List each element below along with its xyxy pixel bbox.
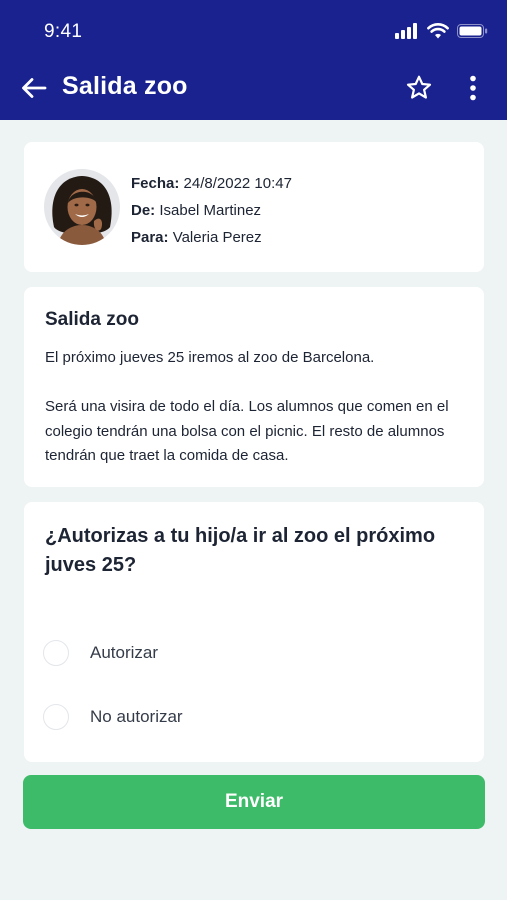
status-icons [395,22,489,44]
back-button[interactable] [18,74,50,106]
arrow-left-icon [21,77,47,104]
message-paragraph: El próximo jueves 25 iremos al zoo de Ba… [45,349,375,366]
question-text: ¿Autorizas a tu hijo/a ir al zoo el próx… [45,525,436,576]
status-time: 9:41 [44,21,83,42]
cellular-signal-icon [395,22,419,44]
message-title: Salida zoo [45,309,139,330]
option-not-authorize[interactable]: No autorizar [43,700,343,734]
option-authorize[interactable]: Autorizar [43,636,343,670]
radio-button[interactable] [43,704,69,730]
meta-date-value: 24/8/2022 10:47 [183,175,292,192]
meta-date-label: Fecha: [131,175,180,192]
avatar [44,169,120,245]
meta-to-label: Para: [131,229,169,246]
more-options-button[interactable] [460,73,486,107]
option-label: No autorizar [90,707,183,726]
message-meta-card: Fecha: 24/8/2022 10:47 De: Isabel Martin… [24,142,484,272]
status-bar: 9:41 [0,0,507,62]
meta-date: Fecha: 24/8/2022 10:47 [131,170,292,197]
more-vertical-icon [469,75,477,106]
wifi-icon [427,22,449,44]
message-meta: Fecha: 24/8/2022 10:47 De: Isabel Martin… [131,170,292,251]
meta-from-label: De: [131,202,156,219]
page-title: Salida zoo [62,72,188,100]
question-card: ¿Autorizas a tu hijo/a ir al zoo el próx… [24,502,484,762]
meta-from: De: Isabel Martinez [131,197,292,224]
meta-to-value: Valeria Perez [172,229,262,246]
meta-from-value: Isabel Martinez [159,202,262,219]
app-bar: 9:41 Salida zoo [0,0,507,120]
submit-button[interactable]: Enviar [23,775,485,829]
message-paragraph: Será una visira de todo el día. Los alum… [45,398,449,464]
radio-button[interactable] [43,640,69,666]
battery-icon [457,23,489,44]
star-outline-icon [405,74,433,107]
message-card: Salida zoo El próximo jueves 25 iremos a… [24,287,484,487]
toolbar: Salida zoo [0,62,507,118]
favorite-button[interactable] [402,73,436,107]
meta-to: Para: Valeria Perez [131,224,292,251]
option-label: Autorizar [90,643,159,662]
